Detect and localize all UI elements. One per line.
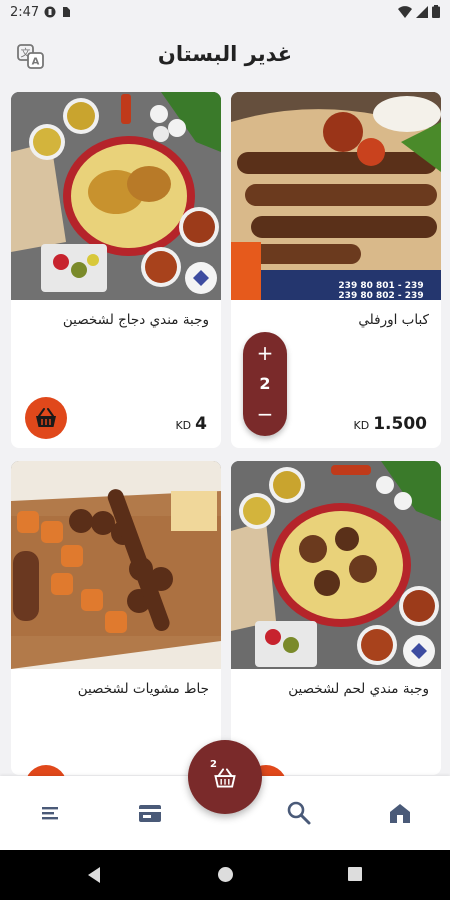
product-price: KD 1.500 xyxy=(354,414,427,434)
status-bar: 2:47 xyxy=(0,0,450,26)
cart-fab-button[interactable]: 2 xyxy=(188,740,262,814)
price-value: 4 xyxy=(195,414,207,434)
back-icon[interactable] xyxy=(86,866,102,884)
decrease-button[interactable]: − xyxy=(243,404,287,424)
wifi-icon xyxy=(398,5,412,18)
signal-icon xyxy=(416,5,428,18)
menu-icon[interactable] xyxy=(36,798,66,828)
product-name: كباب اورفلي xyxy=(358,312,429,328)
increase-button[interactable]: + xyxy=(243,343,287,363)
notification-icon xyxy=(44,6,56,18)
product-image xyxy=(231,461,441,669)
quantity-value: 2 xyxy=(259,374,271,393)
system-nav-bar xyxy=(0,850,450,900)
price-currency: KD xyxy=(175,419,192,432)
banner-phone-1: 239 80 801 - 239 xyxy=(338,281,423,291)
product-card-kabab-urfa[interactable]: 239 80 801 - 239 239 80 802 - 239 كباب ا… xyxy=(231,92,441,448)
quantity-stepper: + 2 − xyxy=(243,332,287,436)
banner-phone-2: 239 80 802 - 239 xyxy=(338,291,423,300)
search-icon[interactable] xyxy=(284,798,314,828)
product-price: KD 4 xyxy=(175,414,207,434)
status-time: 2:47 xyxy=(10,5,40,20)
product-image xyxy=(11,461,221,669)
product-name: وجبة مندي دجاج لشخصين xyxy=(62,312,209,328)
basket-icon xyxy=(36,408,56,427)
app-header: 文 A غدير البستان xyxy=(0,26,450,88)
sim-icon xyxy=(63,7,70,17)
product-card-grill-platter[interactable]: جاط مشويات لشخصين xyxy=(11,461,221,775)
price-currency: KD xyxy=(353,419,370,432)
card-icon[interactable] xyxy=(135,798,165,828)
product-card-chicken-mandi[interactable]: وجبة مندي دجاج لشخصين KD 4 xyxy=(11,92,221,448)
product-name: جاط مشويات لشخصين xyxy=(77,681,209,697)
product-image: 239 80 801 - 239 239 80 802 - 239 xyxy=(231,92,441,300)
product-name: وجبة مندي لحم لشخصين xyxy=(288,681,429,697)
battery-icon xyxy=(432,5,440,18)
price-value: 1.500 xyxy=(373,414,427,434)
product-image xyxy=(11,92,221,300)
home-circle-icon[interactable] xyxy=(217,866,234,883)
basket-icon xyxy=(214,768,236,788)
recents-icon[interactable] xyxy=(347,866,363,882)
page-title: غدير البستان xyxy=(157,42,293,66)
product-card-meat-mandi[interactable]: وجبة مندي لحم لشخصين xyxy=(231,461,441,775)
add-to-cart-button[interactable] xyxy=(25,397,67,439)
home-icon[interactable] xyxy=(385,798,415,828)
